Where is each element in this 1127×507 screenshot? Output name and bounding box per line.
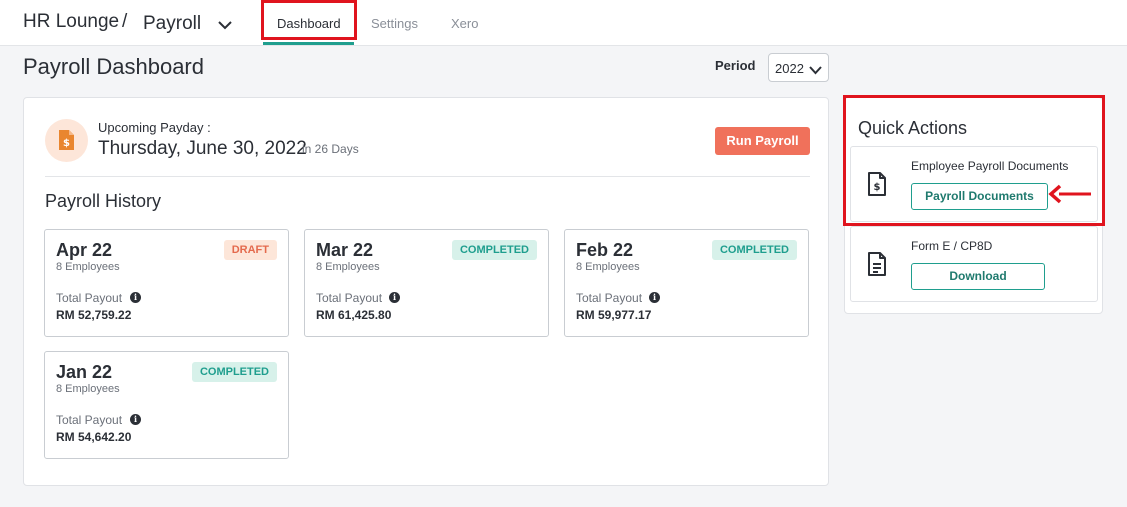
payroll-card-jan-22[interactable]: Jan 22 8 Employees COMPLETED Total Payou… xyxy=(44,351,289,459)
info-icon[interactable]: i xyxy=(130,414,141,425)
brand-name[interactable]: HR Lounge xyxy=(23,11,119,33)
quick-action-form-e: Form E / CP8D Download xyxy=(850,226,1098,302)
employee-count: 8 Employees xyxy=(576,261,640,273)
period-label: Period xyxy=(715,58,756,73)
payroll-card-mar-22[interactable]: Mar 22 8 Employees COMPLETED Total Payou… xyxy=(304,229,549,337)
employee-count: 8 Employees xyxy=(316,261,380,273)
tab-settings[interactable]: Settings xyxy=(371,16,418,31)
period-value: 2022 xyxy=(775,61,804,76)
total-payout-label: Total Payout xyxy=(316,291,383,305)
document-icon xyxy=(866,251,888,282)
total-payout-label: Total Payout xyxy=(56,291,123,305)
payroll-month: Mar 22 xyxy=(316,240,374,260)
tab-xero[interactable]: Xero xyxy=(451,16,478,31)
payday-countdown: in 26 Days xyxy=(302,142,359,156)
employee-count: 8 Employees xyxy=(56,261,120,273)
status-badge: COMPLETED xyxy=(451,240,537,260)
active-tab-indicator xyxy=(263,42,354,45)
divider xyxy=(45,176,810,177)
payroll-month: Feb 22 xyxy=(576,240,634,260)
period-select[interactable]: 2022 xyxy=(768,53,829,82)
info-icon[interactable]: i xyxy=(130,292,141,303)
upcoming-payday-label: Upcoming Payday : xyxy=(98,120,211,135)
highlight-box-dashboard-tab xyxy=(261,0,357,40)
total-payout-label: Total Payout xyxy=(576,291,643,305)
payroll-month: Apr 22 xyxy=(56,240,113,260)
form-e-cp8d-label: Form E / CP8D xyxy=(911,239,993,253)
total-payout-amount: RM 59,977.17 xyxy=(576,308,652,322)
status-badge: COMPLETED xyxy=(711,240,797,260)
module-title[interactable]: Payroll xyxy=(143,13,201,35)
payroll-main-card: $ Upcoming Payday : Thursday, June 30, 2… xyxy=(23,97,829,486)
svg-text:$: $ xyxy=(63,138,70,149)
chevron-down-icon xyxy=(809,62,822,80)
breadcrumb-separator: / xyxy=(122,11,128,32)
payday-icon: $ xyxy=(45,119,88,162)
employee-count: 8 Employees xyxy=(56,383,120,395)
total-payout-label: Total Payout xyxy=(56,413,123,427)
download-button[interactable]: Download xyxy=(911,263,1045,290)
chevron-down-icon[interactable] xyxy=(218,17,232,35)
status-badge: COMPLETED xyxy=(191,362,277,382)
total-payout-amount: RM 52,759.22 xyxy=(56,308,132,322)
payroll-history-title: Payroll History xyxy=(45,191,162,211)
info-icon[interactable]: i xyxy=(649,292,660,303)
run-payroll-button[interactable]: Run Payroll xyxy=(715,127,810,155)
payroll-card-apr-22[interactable]: Apr 22 8 Employees DRAFT Total Payout i … xyxy=(44,229,289,337)
payroll-card-feb-22[interactable]: Feb 22 8 Employees COMPLETED Total Payou… xyxy=(564,229,809,337)
payroll-month: Jan 22 xyxy=(56,362,113,382)
total-payout-amount: RM 61,425.80 xyxy=(316,308,392,322)
status-badge: DRAFT xyxy=(223,240,277,260)
top-bar: HR Lounge / Payroll Dashboard Settings X… xyxy=(0,0,1127,46)
arrow-left-icon xyxy=(1047,184,1093,209)
page-title: Payroll Dashboard xyxy=(23,54,204,79)
info-icon[interactable]: i xyxy=(389,292,400,303)
upcoming-payday-date: Thursday, June 30, 2022 xyxy=(98,138,307,159)
total-payout-amount: RM 54,642.20 xyxy=(56,430,132,444)
